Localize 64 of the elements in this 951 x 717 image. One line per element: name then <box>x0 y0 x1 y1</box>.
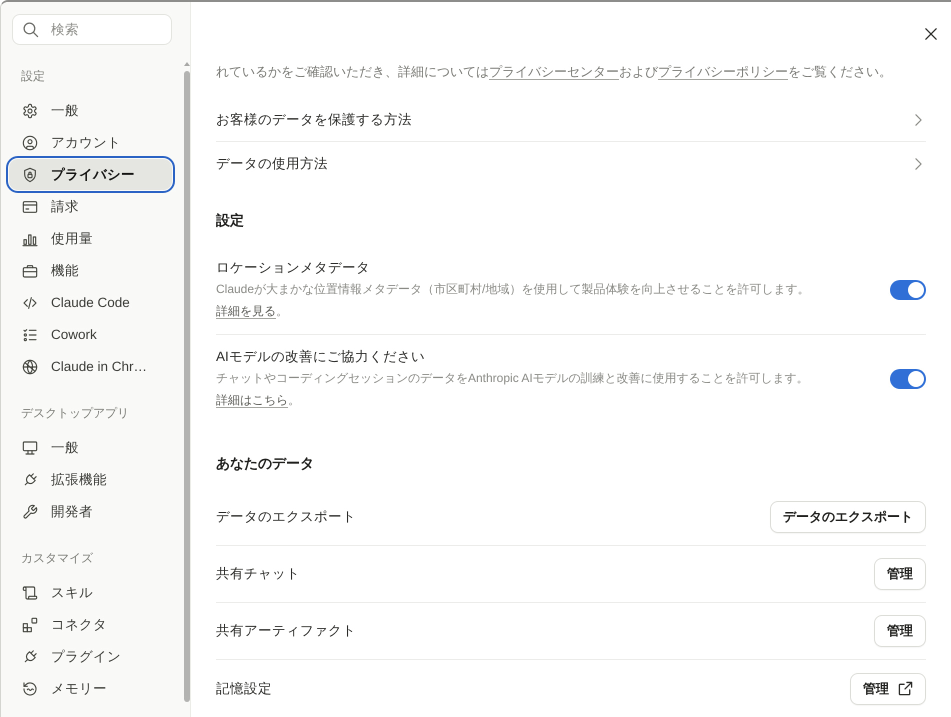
checklist-icon <box>22 326 38 342</box>
nav-row[interactable]: データの使用方法 <box>216 142 926 186</box>
history-icon <box>22 680 38 696</box>
setting-description: チャットやコーディングセッションのデータをAnthropic AIモデルの訓練と改善に使用することを許可します。 詳細はこちら。 <box>216 370 810 409</box>
code-icon <box>22 294 38 310</box>
text-link[interactable]: 詳細はこちら <box>216 393 288 407</box>
toggle-switch[interactable] <box>890 369 926 389</box>
action-button[interactable]: 管理 <box>874 615 926 647</box>
sidebar-section-label: デスクトップアプリ <box>20 405 130 422</box>
row-label: 記憶設定 <box>216 680 272 698</box>
action-button[interactable]: 管理 <box>874 558 926 590</box>
scrollbar-thumb[interactable] <box>184 71 190 702</box>
section-heading: 設定 <box>216 211 245 230</box>
plug-icon <box>22 648 38 664</box>
sidebar-item[interactable]: メモリー <box>9 673 172 704</box>
blocks-icon <box>22 616 38 632</box>
row-label: データのエクスポート <box>216 508 356 526</box>
close-icon <box>925 28 937 40</box>
sidebar-section-label: 設定 <box>20 68 46 85</box>
external-link-icon <box>898 681 913 696</box>
user-circle-icon <box>22 134 38 150</box>
sidebar-item[interactable]: 一般 <box>9 432 172 463</box>
card-icon <box>22 198 38 214</box>
wrench-icon <box>22 504 38 520</box>
text-link[interactable]: プライバシーセンター <box>489 64 619 79</box>
sidebar-item[interactable]: 機能 <box>9 255 172 286</box>
briefcase-icon <box>22 262 38 278</box>
setting-title: AIモデルの改善にご協力ください <box>216 348 426 366</box>
row-label: 共有チャット <box>216 565 300 583</box>
scroll-icon <box>22 584 38 600</box>
setting-title: ロケーションメタデータ <box>216 259 371 277</box>
sidebar-item[interactable]: 開発者 <box>9 496 172 527</box>
toggle-switch[interactable] <box>890 280 926 300</box>
sidebar-section-label: カスタマイズ <box>20 550 94 567</box>
chevron-right-icon <box>915 158 922 170</box>
row-label: 共有アーティファクト <box>216 622 356 640</box>
sidebar-item[interactable]: スキル <box>9 577 172 608</box>
intro-paragraph: れているかをご確認いただき、詳細についてはプライバシーセンターおよびプライバシーポリシーをご覧ください。 <box>216 63 893 81</box>
shield-lock-icon <box>22 166 38 182</box>
action-button[interactable]: データのエクスポート <box>770 501 926 533</box>
sidebar-item[interactable]: Claude Code <box>9 287 172 318</box>
sidebar-item[interactable]: プラグイン <box>9 641 172 672</box>
plug-icon <box>22 472 38 488</box>
sidebar-item[interactable]: 拡張機能 <box>9 464 172 495</box>
text-link[interactable]: プライバシーポリシー <box>658 64 788 79</box>
sidebar-item[interactable]: 一般 <box>9 95 172 126</box>
sidebar-item[interactable]: 請求 <box>9 191 172 222</box>
chevron-right-icon <box>915 114 922 126</box>
text-link[interactable]: 詳細を見る <box>216 304 276 318</box>
action-button[interactable]: 管理 <box>850 672 926 704</box>
section-heading: あなたのデータ <box>216 454 315 473</box>
setting-description: Claudeが大まかな位置情報メタデータ（市区町村/地域）を使用して製品体験を向上させることを許可します。 詳細を見る。 <box>216 281 810 320</box>
sidebar-item[interactable]: 使用量 <box>9 223 172 254</box>
sidebar-item[interactable]: アカウント <box>9 127 172 158</box>
sidebar-item[interactable]: コネクタ <box>9 609 172 640</box>
globe-icon <box>22 358 38 374</box>
monitor-icon <box>22 440 38 456</box>
search-icon <box>22 21 39 38</box>
settings-icon <box>22 102 38 118</box>
nav-row[interactable]: お客様のデータを保護する方法 <box>216 98 926 142</box>
search-field[interactable]: 検索 <box>12 14 172 45</box>
sidebar-item[interactable]: Claude in Chr… <box>9 351 172 382</box>
sidebar-item[interactable]: プライバシー <box>9 159 172 190</box>
sidebar-item[interactable]: Cowork <box>9 319 172 350</box>
